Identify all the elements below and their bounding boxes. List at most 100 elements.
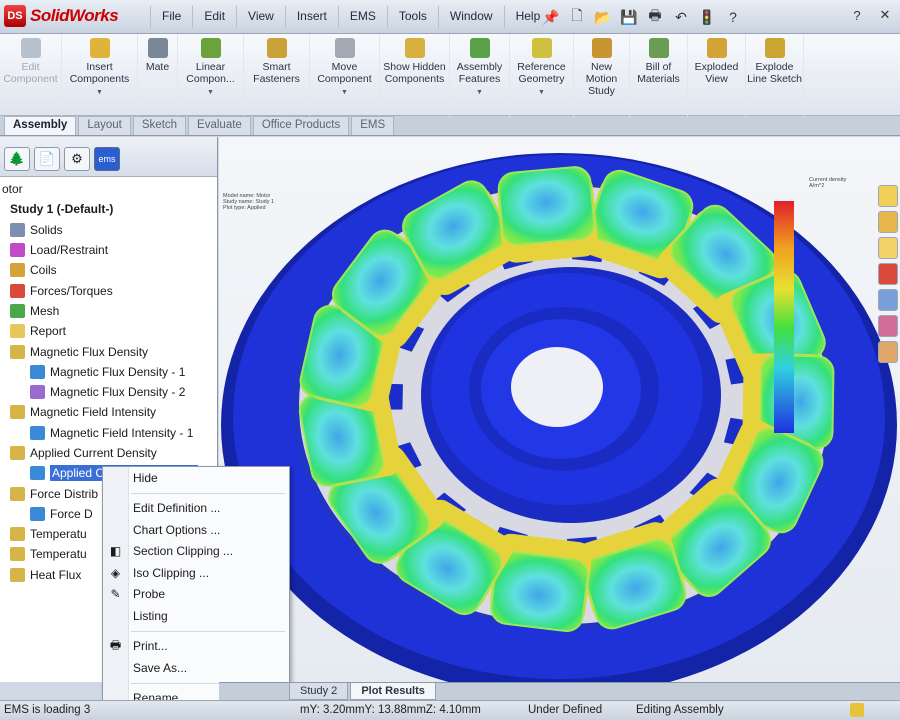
bom-button[interactable]: Bill of Materials (630, 34, 688, 116)
tree-item-label: Temperatu (30, 527, 87, 542)
undo-icon[interactable]: ↶ (670, 7, 692, 27)
context-menu-save-as[interactable]: Save As... (103, 657, 289, 679)
tab-layout[interactable]: Layout (78, 116, 131, 135)
result-legend-bar (774, 201, 794, 433)
edit-component-button[interactable]: Edit Component (0, 34, 62, 116)
file-explorer-icon[interactable] (878, 237, 898, 259)
tree-item[interactable]: Study 1 (-Default-) (0, 199, 217, 219)
tree-item[interactable]: Magnetic Field Intensity - 1 (0, 423, 217, 443)
tree-item[interactable]: Mesh (0, 301, 217, 321)
appearances-icon[interactable] (878, 315, 898, 337)
graphics-viewport[interactable]: Model name: Motor Study name: Study 1 Plot… (219, 137, 900, 682)
menu-file[interactable]: File (150, 6, 192, 28)
dropdown-arrow-icon[interactable]: ▼ (207, 87, 214, 99)
results-folder-icon (10, 405, 25, 420)
menu-ems[interactable]: EMS (337, 6, 387, 28)
ds-logo-icon: DS (4, 5, 26, 27)
tree-item[interactable]: Load/Restraint (0, 240, 217, 260)
study-tab-study-2[interactable]: Study 2 (289, 683, 349, 700)
rebuild-icon[interactable] (850, 703, 864, 717)
dropdown-arrow-icon[interactable]: ▼ (341, 87, 348, 99)
dropdown-arrow-icon[interactable]: ▼ (476, 87, 483, 99)
tree-item[interactable]: otor (0, 179, 217, 199)
tree-item[interactable]: Magnetic Field Intensity (0, 402, 217, 422)
resources-icon[interactable] (878, 185, 898, 207)
tab-sketch[interactable]: Sketch (132, 116, 187, 135)
tree-item[interactable]: Solids (0, 220, 217, 240)
search-icon[interactable] (878, 263, 898, 285)
ribbon-label: Assembly Features (456, 61, 503, 85)
smart-fasteners-button[interactable]: Smart Fasteners (244, 34, 310, 116)
tree-item[interactable]: Magnetic Flux Density - 1 (0, 362, 217, 382)
tree-item[interactable]: Forces/Torques (0, 280, 217, 300)
menu-insert[interactable]: Insert (284, 6, 338, 28)
ribbon-label: Bill of Materials (637, 61, 680, 85)
menu-window[interactable]: Window (437, 6, 504, 28)
tab-office-products[interactable]: Office Products (252, 116, 350, 135)
feature-tree-tab-icon[interactable]: 🌲 (4, 147, 30, 171)
context-menu-probe[interactable]: ✎ Probe (103, 584, 289, 606)
section-clipping-icon: ◧ (109, 544, 122, 559)
study-tabs: Study 2 Plot Results (219, 682, 900, 700)
context-menu-listing[interactable]: Listing (103, 605, 289, 627)
results-folder-icon (10, 486, 25, 501)
ribbon-label: Linear Compon... (186, 61, 235, 85)
configuration-tab-icon[interactable]: ⚙ (64, 147, 90, 171)
custom-properties-icon[interactable] (878, 341, 898, 363)
tree-item[interactable]: Magnetic Flux Density - 2 (0, 382, 217, 402)
forces-torques-icon (10, 283, 25, 298)
view-palette-icon[interactable] (878, 289, 898, 311)
bom-icon (648, 38, 669, 58)
context-menu-print[interactable]: 🖶 Print... (103, 636, 289, 658)
report-folder-icon (10, 324, 25, 339)
tree-item[interactable]: Report (0, 321, 217, 341)
menu-tools[interactable]: Tools (386, 6, 438, 28)
exploded-view-button[interactable]: Exploded View (688, 34, 746, 116)
rebuild-icon[interactable]: 🚦 (696, 7, 718, 27)
panel-tabs: 🌲 📄 ⚙ ems (0, 137, 217, 177)
dropdown-arrow-icon[interactable]: ▼ (538, 87, 545, 99)
study-tab-plot-results[interactable]: Plot Results (350, 683, 436, 700)
property-manager-tab-icon[interactable]: 📄 (34, 147, 60, 171)
context-menu-iso-clipping[interactable]: ◈ Iso Clipping ... (103, 562, 289, 584)
open-icon[interactable]: 📂 (592, 7, 614, 27)
context-menu-edit-definition[interactable]: Edit Definition ... (103, 498, 289, 520)
menu-view[interactable]: View (236, 6, 285, 28)
print-icon[interactable]: 🖶 (644, 7, 666, 27)
assembly-features-button[interactable]: Assembly Features ▼ (450, 34, 510, 116)
close-button[interactable]: ✕ (874, 5, 896, 25)
tab-ems[interactable]: EMS (351, 116, 395, 135)
context-menu-label: Chart Options ... (133, 522, 221, 537)
context-menu-hide[interactable]: Hide (103, 467, 289, 489)
solidworks-logo[interactable]: DS SolidWorks (4, 4, 154, 28)
motor-model-render[interactable] (219, 137, 900, 682)
results-folder-icon (10, 527, 25, 542)
status-state: Under Defined (528, 704, 603, 716)
reference-geometry-button[interactable]: Reference Geometry ▼ (510, 34, 574, 116)
show-hidden-button[interactable]: Show Hidden Components (380, 34, 450, 116)
insert-components-button[interactable]: Insert Components ▼ (62, 34, 138, 116)
context-menu-section-clipping[interactable]: ◧ Section Clipping ... (103, 541, 289, 563)
insert-components-icon (89, 38, 110, 58)
tab-assembly[interactable]: Assembly (4, 116, 77, 135)
status-bar: EMS is loading 3 mY: 3.20mmY: 13.88mmZ: … (0, 700, 900, 720)
menu-edit[interactable]: Edit (192, 6, 236, 28)
context-menu-chart-options[interactable]: Chart Options ... (103, 519, 289, 541)
mate-button[interactable]: Mate (138, 34, 178, 116)
design-library-icon[interactable] (878, 211, 898, 233)
linear-pattern-button[interactable]: Linear Compon... ▼ (178, 34, 244, 116)
new-document-icon[interactable]: 🗋 (566, 7, 588, 27)
tree-item[interactable]: Applied Current Density (0, 443, 217, 463)
help-button[interactable]: ? (846, 5, 868, 25)
motion-study-button[interactable]: New Motion Study (574, 34, 630, 116)
help-icon[interactable]: ? (722, 7, 744, 27)
tree-item[interactable]: Magnetic Flux Density (0, 341, 217, 361)
save-icon[interactable]: 💾 (618, 7, 640, 27)
explode-line-button[interactable]: Explode Line Sketch (746, 34, 804, 116)
dropdown-arrow-icon[interactable]: ▼ (96, 87, 103, 99)
move-component-button[interactable]: Move Component ▼ (310, 34, 380, 116)
tree-item[interactable]: Coils (0, 260, 217, 280)
pin-icon[interactable]: 📌 (540, 7, 562, 27)
tab-evaluate[interactable]: Evaluate (188, 116, 251, 135)
ems-tab-icon[interactable]: ems (94, 147, 120, 171)
